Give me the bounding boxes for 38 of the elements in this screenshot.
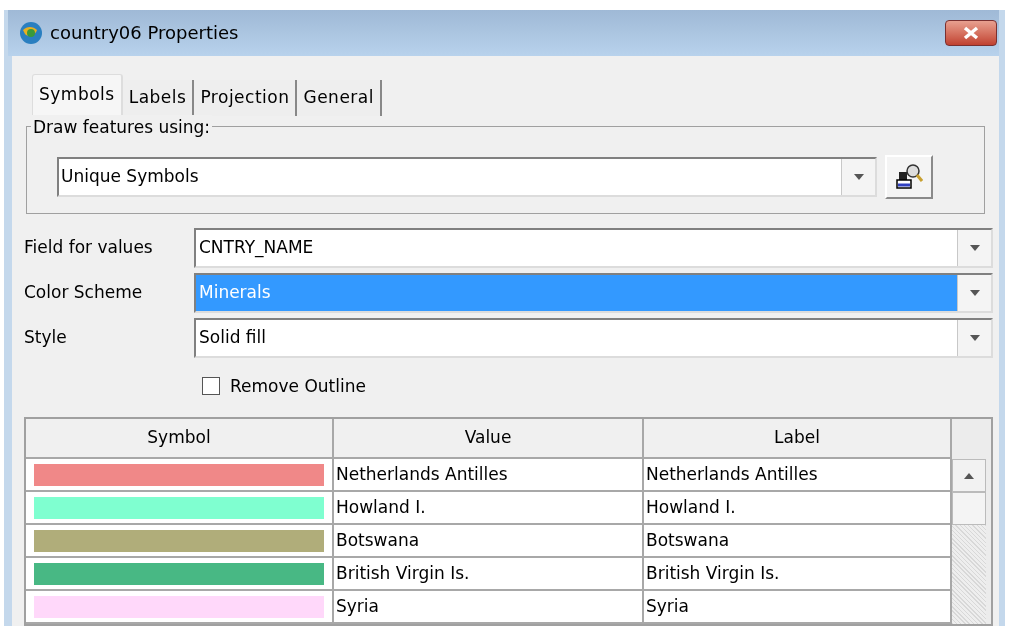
table-cell: Netherlands Antilles [334,459,644,490]
column-header[interactable]: Value [334,419,644,459]
field-label: Color Scheme [24,280,144,304]
globe-icon [18,19,44,46]
column-header[interactable]: Label [644,419,952,459]
dropdown-field[interactable]: Solid fill [194,317,993,358]
group-legend: Draw features using: [31,114,213,140]
scrollbar[interactable] [952,459,986,624]
dropdown-value: Solid fill [198,325,267,349]
caret-icon [968,243,981,252]
scroll-up-icon [963,471,975,480]
dropdown-value: Unique Symbols [60,164,200,188]
checkbox[interactable] [202,377,220,396]
brush-magnifier-icon [895,161,923,192]
column-header[interactable]: Symbol [26,419,334,459]
dropdown-value: CNTRY_NAME [198,235,315,260]
field-label: Style [24,325,68,349]
dropdown-button[interactable] [957,274,991,311]
dropdown-field[interactable]: CNTRY_NAME [194,227,993,268]
checkbox-label: Remove Outline [230,374,366,398]
caret-icon [968,333,981,342]
caret-icon [852,172,865,181]
dropdown-button[interactable] [841,158,875,195]
draw-method-dropdown[interactable]: Unique Symbols [57,156,877,197]
symbol-search-button[interactable] [885,154,933,199]
tab[interactable]: Symbols [32,73,123,116]
table-cell: British Virgin Is. [334,558,644,589]
field-label: Field for values [24,235,154,259]
scroll-thumb[interactable] [952,492,986,525]
caret-icon [968,288,981,297]
close-icon [962,25,980,40]
window-title: country06 Properties [50,21,239,46]
close-button[interactable] [945,19,997,46]
table-cell: Howland I. [334,492,644,523]
dropdown-button[interactable] [957,229,991,266]
table-cell: Botswana [334,525,644,556]
table-cell: Syria [334,591,644,622]
dropdown-button[interactable] [957,319,991,356]
